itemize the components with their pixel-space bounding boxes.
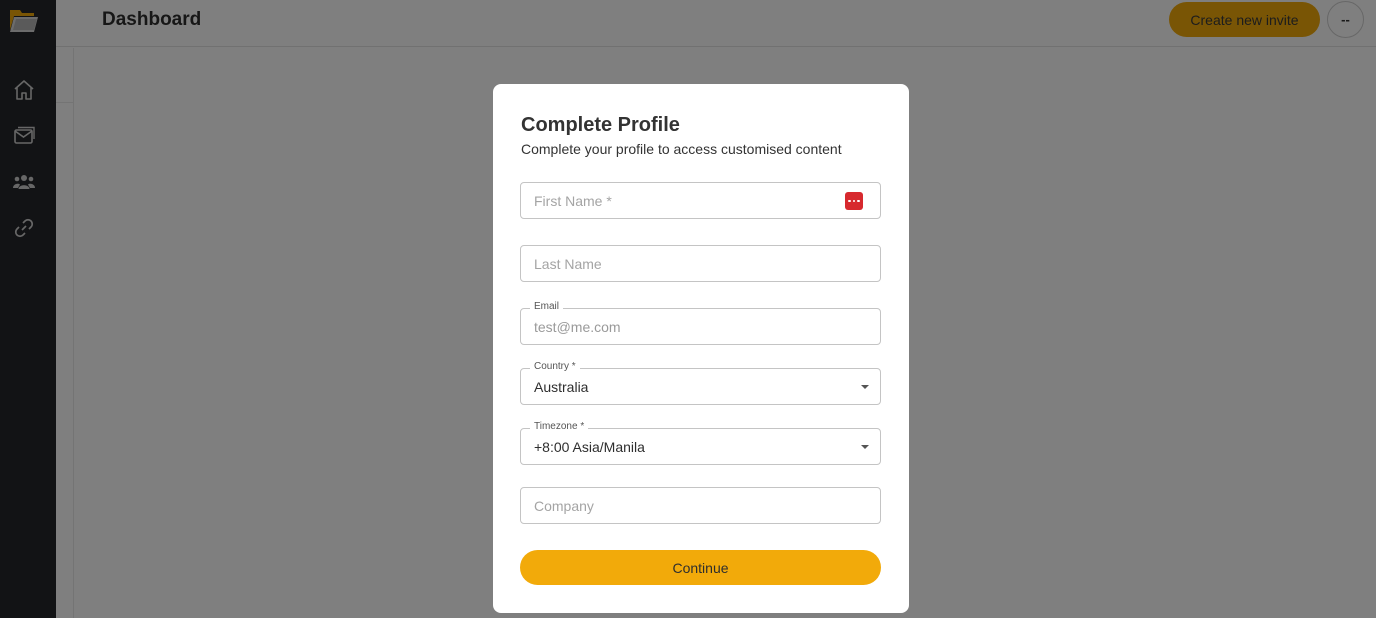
- timezone-value: +8:00 Asia/Manila: [534, 439, 645, 455]
- last-name-field[interactable]: Last Name: [520, 245, 881, 282]
- chevron-down-icon: [861, 445, 869, 449]
- email-label: Email: [530, 301, 564, 312]
- first-name-placeholder: First Name *: [534, 193, 612, 209]
- chevron-down-icon: [861, 385, 869, 389]
- complete-profile-dialog: Complete Profile Complete your profile t…: [493, 84, 909, 613]
- company-placeholder: Company: [534, 498, 594, 514]
- email-value: test@me.com: [534, 319, 621, 335]
- company-field[interactable]: Company: [520, 487, 881, 524]
- continue-button[interactable]: Continue: [520, 550, 881, 585]
- first-name-field[interactable]: First Name *: [520, 182, 881, 219]
- password-manager-icon[interactable]: [845, 192, 863, 210]
- timezone-label: Timezone *: [530, 421, 589, 432]
- dialog-title: Complete Profile: [521, 114, 680, 136]
- dialog-subtitle: Complete your profile to access customis…: [521, 141, 842, 157]
- timezone-select[interactable]: Timezone * +8:00 Asia/Manila: [520, 421, 881, 465]
- email-field[interactable]: Email test@me.com: [520, 301, 881, 345]
- country-select[interactable]: Country * Australia: [520, 361, 881, 405]
- country-value: Australia: [534, 379, 589, 395]
- country-label: Country *: [530, 361, 580, 372]
- last-name-placeholder: Last Name: [534, 256, 602, 272]
